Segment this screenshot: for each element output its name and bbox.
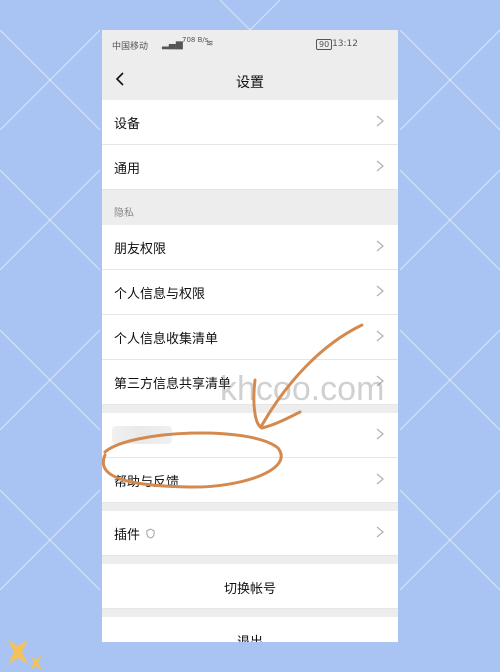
row-device[interactable]: 设备 (102, 100, 398, 145)
time-label: 13:12 (332, 39, 358, 49)
chevron-right-icon (376, 240, 384, 252)
row-label: 第三方信息共享清单 (114, 377, 232, 392)
signal-icon: ▂▄▆ (162, 40, 183, 50)
row-label: 朋友权限 (114, 242, 167, 257)
network-speed: 708 B/s (182, 36, 209, 44)
row-general[interactable]: 通用 (102, 145, 398, 190)
section-gap (102, 503, 398, 511)
chevron-right-icon (376, 115, 384, 127)
chevron-right-icon (376, 473, 384, 485)
chevron-right-icon (376, 160, 384, 172)
chevron-right-icon (376, 330, 384, 342)
chevron-right-icon (376, 428, 384, 440)
row-label: 个人信息收集清单 (114, 332, 219, 347)
row-help-feedback[interactable]: 帮助与反馈 (102, 458, 398, 503)
page-title: 设置 (236, 75, 264, 91)
chevron-right-icon (376, 285, 384, 297)
row-label: 个人信息与权限 (114, 287, 206, 302)
section-gap (102, 609, 398, 617)
wifi-icon: ≋ (206, 39, 214, 49)
shield-icon (146, 528, 155, 539)
section-gap (102, 556, 398, 564)
battery-label: 90 (316, 39, 333, 50)
phone-screen: 中国移动 708 B/s ▂▄▆ ≋ 90 13:12 设置 设备 通用 隐私 … (102, 30, 398, 642)
logout-button[interactable]: 退出 (102, 617, 398, 642)
row-friend-permissions[interactable]: 朋友权限 (102, 225, 398, 270)
row-personal-info-list[interactable]: 个人信息收集清单 (102, 315, 398, 360)
row-label: 帮助与反馈 (114, 475, 180, 490)
row-blurred[interactable] (102, 413, 398, 458)
carrier-label: 中国移动 (112, 42, 149, 52)
watermark: khcoo.com (220, 370, 385, 408)
switch-account-button[interactable]: 切换帐号 (102, 564, 398, 609)
row-personal-info-permissions[interactable]: 个人信息与权限 (102, 270, 398, 315)
row-plugins[interactable]: 插件 (102, 511, 398, 556)
row-label: 插件 (114, 528, 141, 543)
chevron-right-icon (376, 526, 384, 538)
status-bar: 中国移动 708 B/s ▂▄▆ ≋ 90 13:12 (102, 30, 398, 60)
nav-bar: 设置 (102, 60, 398, 100)
section-header-privacy: 隐私 (102, 190, 398, 225)
row-label: 设备 (114, 117, 141, 132)
row-label: 通用 (114, 162, 141, 177)
blurred-label (112, 426, 172, 444)
